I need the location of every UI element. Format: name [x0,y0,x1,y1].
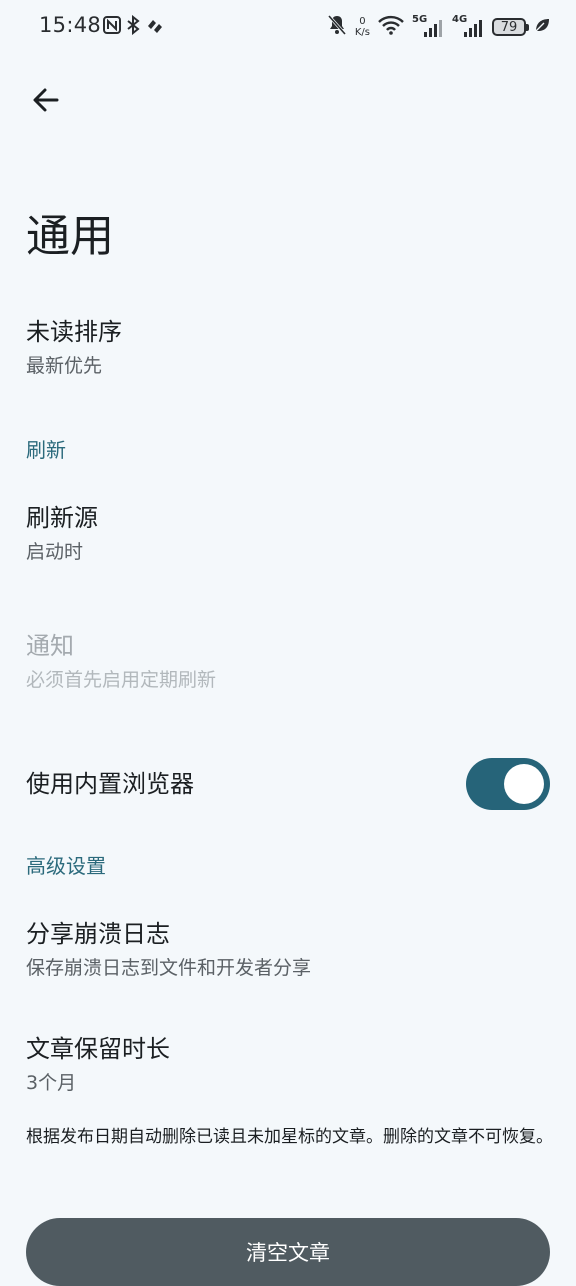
setting-refresh-source[interactable]: 刷新源 启动时 [0,502,576,566]
setting-share-crash-log-title: 分享崩溃日志 [26,920,170,948]
status-right-icons: 0 K/s 5G 4G 79 [327,14,550,40]
battery-indicator: 79 [492,18,529,36]
bluetooth-icon [126,14,140,39]
setting-share-crash-log[interactable]: 分享崩溃日志 保存崩溃日志到文件和开发者分享 [0,918,576,982]
toggle-knob [504,764,544,804]
signal-5g-label: 5G [412,14,428,25]
wifi-icon [378,15,404,39]
network-speed: 0 K/s [355,16,370,38]
signal-5g: 5G [412,14,444,38]
setting-article-retention-value: 3个月 [26,1072,77,1094]
setting-unread-sort[interactable]: 未读排序 最新优先 [0,316,576,380]
battery-level: 79 [500,19,518,35]
status-time: 15:48 [39,13,102,37]
status-left-icons [103,14,165,39]
setting-notification-value: 必须首先启用定期刷新 [26,669,217,691]
setting-refresh-source-title: 刷新源 [26,504,98,532]
signal-4g-label: 4G [452,14,468,25]
setting-unread-sort-value: 最新优先 [26,355,103,377]
builtin-browser-toggle[interactable] [466,758,550,810]
mute-icon [327,14,347,40]
setting-share-crash-log-value: 保存崩溃日志到文件和开发者分享 [26,957,312,979]
arrow-left-icon [33,88,59,112]
section-header-advanced: 高级设置 [26,854,106,878]
leaf-icon [534,17,550,37]
setting-article-retention-title: 文章保留时长 [26,1035,170,1063]
retention-note: 根据发布日期自动删除已读且未加星标的文章。删除的文章不可恢复。 [26,1127,553,1147]
setting-notification: 通知 必须首先启用定期刷新 [0,630,576,694]
link-icon [145,15,165,39]
signal-4g: 4G [452,14,484,38]
setting-notification-title: 通知 [26,632,74,660]
status-bar: 15:48 0 K/s 5G 4G 79 [0,0,576,54]
section-header-refresh: 刷新 [26,438,66,462]
page-title: 通用 [26,211,114,262]
speed-value: 0 [359,16,366,27]
nfc-icon [103,15,121,39]
setting-article-retention[interactable]: 文章保留时长 3个月 [0,1033,576,1097]
clear-articles-button[interactable]: 清空文章 [26,1218,550,1286]
setting-unread-sort-title: 未读排序 [26,318,122,346]
setting-refresh-source-value: 启动时 [26,541,84,563]
back-button[interactable] [24,78,68,122]
speed-unit: K/s [354,27,370,38]
